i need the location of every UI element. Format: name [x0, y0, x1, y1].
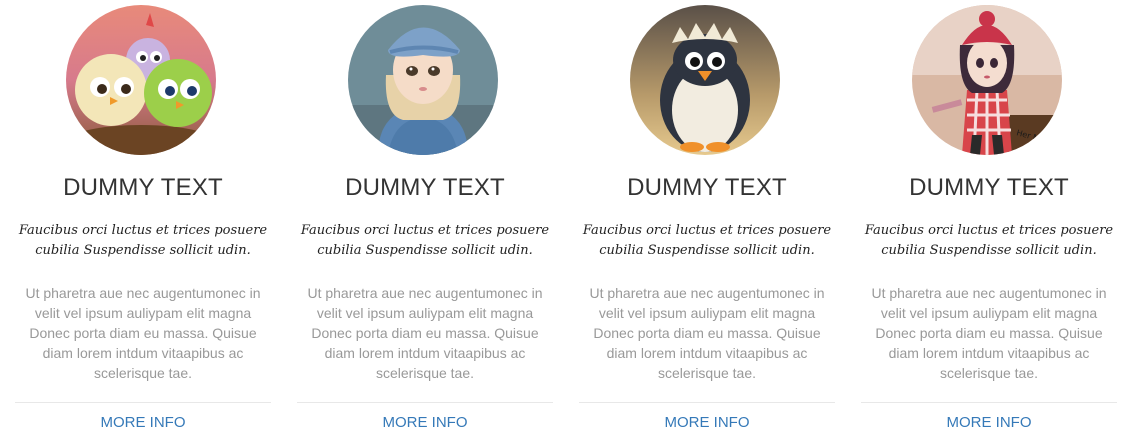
divider [15, 402, 271, 403]
more-info-link[interactable]: MORE INFO [15, 412, 271, 434]
card: Her Name DUMMY TEXT Faucibus orci luctus… [861, 0, 1117, 446]
card-description: Ut pharetra aue nec augentumonec in veli… [871, 285, 1107, 381]
penguin-eggshell-image [630, 5, 780, 155]
red-hat-doll-image: Her Name [912, 5, 1062, 155]
card-title: DUMMY TEXT [909, 174, 1069, 201]
card-description: Ut pharetra aue nec augentumonec in veli… [589, 285, 825, 381]
card-description: Ut pharetra aue nec augentumonec in veli… [25, 285, 261, 381]
divider [297, 402, 553, 403]
more-info-link[interactable]: MORE INFO [297, 412, 553, 434]
card-row: DUMMY TEXT Faucibus orci luctus et trice… [0, 0, 1132, 446]
card-tagline: Faucibus orci luctus et trices posuere c… [300, 223, 550, 258]
card-tagline: Faucibus orci luctus et trices posuere c… [18, 223, 268, 258]
knit-hat-doll-image [348, 5, 498, 155]
card-title: DUMMY TEXT [63, 174, 223, 201]
card-title: DUMMY TEXT [627, 174, 787, 201]
divider [579, 402, 835, 403]
divider [861, 402, 1117, 403]
more-info-link[interactable]: MORE INFO [861, 412, 1117, 434]
card-tagline: Faucibus orci luctus et trices posuere c… [582, 223, 832, 258]
card-tagline: Faucibus orci luctus et trices posuere c… [864, 223, 1114, 258]
card-description: Ut pharetra aue nec augentumonec in veli… [307, 285, 543, 381]
more-info-link[interactable]: MORE INFO [579, 412, 835, 434]
card-title: DUMMY TEXT [345, 174, 505, 201]
card: DUMMY TEXT Faucibus orci luctus et trice… [297, 0, 553, 446]
fuzzy-birds-image [66, 5, 216, 155]
card: DUMMY TEXT Faucibus orci luctus et trice… [15, 0, 271, 446]
card: DUMMY TEXT Faucibus orci luctus et trice… [579, 0, 835, 446]
